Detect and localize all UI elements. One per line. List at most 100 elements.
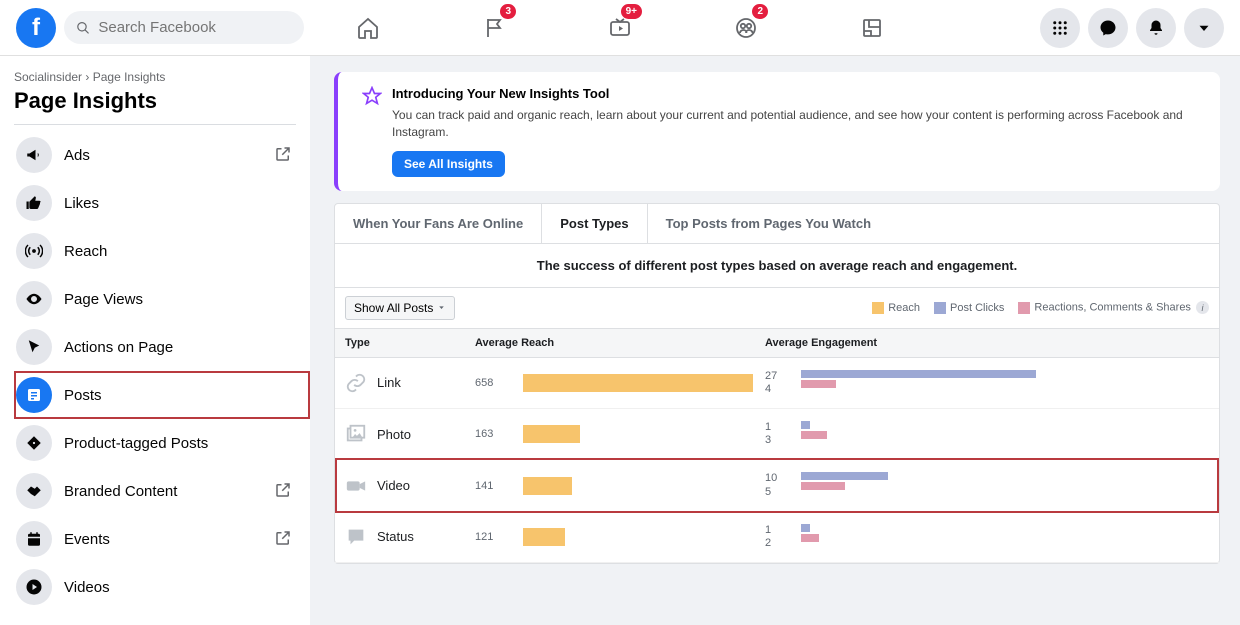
page-title: Page Insights	[8, 84, 302, 124]
bell-icon	[1147, 19, 1165, 37]
clicks-bar	[801, 370, 1036, 378]
menu-button[interactable]	[1040, 8, 1080, 48]
watch-icon	[608, 16, 632, 40]
column-reach: Average Reach	[475, 337, 765, 349]
search-wrapper[interactable]	[64, 11, 304, 44]
sidebar-item-branded[interactable]: Branded Content	[8, 467, 302, 515]
column-type: Type	[345, 337, 475, 349]
messenger-button[interactable]	[1088, 8, 1128, 48]
post-types-card: When Your Fans Are Online Post Types Top…	[334, 203, 1220, 565]
reactions-bar	[801, 482, 845, 490]
chevron-down-icon	[437, 303, 446, 312]
groups-badge: 2	[752, 4, 768, 19]
sidebar-item-videos[interactable]: Videos	[8, 563, 302, 611]
banner-title: Introducing Your New Insights Tool	[392, 86, 1202, 101]
main-content: Introducing Your New Insights Tool You c…	[310, 56, 1240, 625]
sidebar-item-product-tagged[interactable]: Product-tagged Posts	[8, 419, 302, 467]
table-header: Type Average Reach Average Engagement	[335, 329, 1219, 358]
external-link-icon	[274, 529, 294, 549]
row-type-label: Status	[377, 529, 414, 544]
sidebar-item-posts[interactable]: Posts	[8, 371, 302, 419]
link-icon	[345, 372, 367, 394]
sidebar-item-likes[interactable]: Likes	[8, 179, 302, 227]
top-right	[1040, 8, 1224, 48]
reach-bar	[523, 374, 753, 392]
notifications-button[interactable]	[1136, 8, 1176, 48]
row-reacts-value: 2	[765, 537, 785, 550]
card-subtitle: The success of different post types base…	[335, 244, 1219, 288]
clicks-bar	[801, 524, 810, 532]
megaphone-icon	[16, 137, 52, 173]
video-icon	[345, 475, 367, 497]
sidebar-item-label: Page Views	[64, 291, 294, 308]
banner-text: You can track paid and organic reach, le…	[392, 107, 1202, 141]
clicks-bar	[801, 421, 810, 429]
handshake-icon	[16, 473, 52, 509]
legend-clicks: Post Clicks	[950, 302, 1004, 314]
tab-post-types[interactable]: Post Types	[542, 204, 647, 243]
table-row[interactable]: Video 141 105	[335, 460, 1219, 511]
reactions-swatch	[1018, 302, 1030, 314]
sidebar-item-events[interactable]: Events	[8, 515, 302, 563]
sidebar-item-page-views[interactable]: Page Views	[8, 275, 302, 323]
nav-gaming[interactable]	[848, 6, 896, 50]
home-icon	[356, 16, 380, 40]
table-row[interactable]: Link 658 274	[335, 358, 1219, 409]
facebook-logo[interactable]: f	[16, 8, 56, 48]
flag-icon	[482, 16, 506, 40]
row-clicks-value: 1	[765, 421, 785, 434]
broadcast-icon	[16, 233, 52, 269]
search-icon	[76, 20, 90, 36]
cursor-icon	[16, 329, 52, 365]
gaming-icon	[860, 16, 884, 40]
grid-icon	[1051, 19, 1069, 37]
reach-bar	[523, 477, 572, 495]
row-type-label: Photo	[377, 427, 411, 442]
breadcrumb-link[interactable]: Socialinsider	[14, 70, 82, 84]
info-icon[interactable]: i	[1196, 301, 1209, 314]
row-reach-value: 141	[475, 480, 503, 492]
posts-icon	[16, 377, 52, 413]
reach-bar	[523, 528, 565, 546]
chevron-down-icon	[1195, 19, 1213, 37]
tab-top-posts[interactable]: Top Posts from Pages You Watch	[648, 204, 889, 243]
reach-bar	[523, 425, 580, 443]
calendar-icon	[16, 521, 52, 557]
sidebar-item-label: Actions on Page	[64, 339, 294, 356]
thumbs-up-icon	[16, 185, 52, 221]
sidebar-item-label: Reach	[64, 243, 294, 260]
sidebar-item-label: Ads	[64, 147, 274, 164]
pages-badge: 3	[500, 4, 516, 19]
table-row[interactable]: Photo 163 13	[335, 409, 1219, 460]
filter-row: Show All Posts Reach Post Clicks Reactio…	[335, 288, 1219, 329]
nav-center: 3 9+ 2	[344, 6, 896, 50]
clicks-bar	[801, 472, 888, 480]
show-all-posts-button[interactable]: Show All Posts	[345, 296, 455, 320]
sidebar-item-label: Likes	[64, 195, 294, 212]
divider	[14, 124, 296, 125]
nav-groups[interactable]: 2	[722, 6, 770, 50]
filter-button-label: Show All Posts	[354, 301, 433, 315]
sidebar-item-actions[interactable]: Actions on Page	[8, 323, 302, 371]
sidebar: Socialinsider › Page Insights Page Insig…	[0, 56, 310, 625]
nav-pages[interactable]: 3	[470, 6, 518, 50]
external-link-icon	[274, 481, 294, 501]
external-link-icon	[274, 145, 294, 165]
sidebar-item-ads[interactable]: Ads	[8, 131, 302, 179]
tabs-row: When Your Fans Are Online Post Types Top…	[335, 204, 1219, 244]
see-all-insights-button[interactable]: See All Insights	[392, 151, 505, 177]
account-button[interactable]	[1184, 8, 1224, 48]
sidebar-item-label: Product-tagged Posts	[64, 435, 294, 452]
tab-fans-online[interactable]: When Your Fans Are Online	[335, 204, 542, 243]
sidebar-item-label: Videos	[64, 579, 294, 596]
reactions-bar	[801, 534, 819, 542]
top-bar: f 3 9+ 2	[0, 0, 1240, 56]
sidebar-item-reach[interactable]: Reach	[8, 227, 302, 275]
row-reach-value: 163	[475, 428, 503, 440]
row-type-label: Link	[377, 375, 401, 390]
search-input[interactable]	[98, 19, 292, 36]
nav-home[interactable]	[344, 6, 392, 50]
table-row[interactable]: Status 121 12	[335, 512, 1219, 563]
legend-reactions: Reactions, Comments & Shares	[1034, 302, 1191, 314]
nav-watch[interactable]: 9+	[596, 6, 644, 50]
